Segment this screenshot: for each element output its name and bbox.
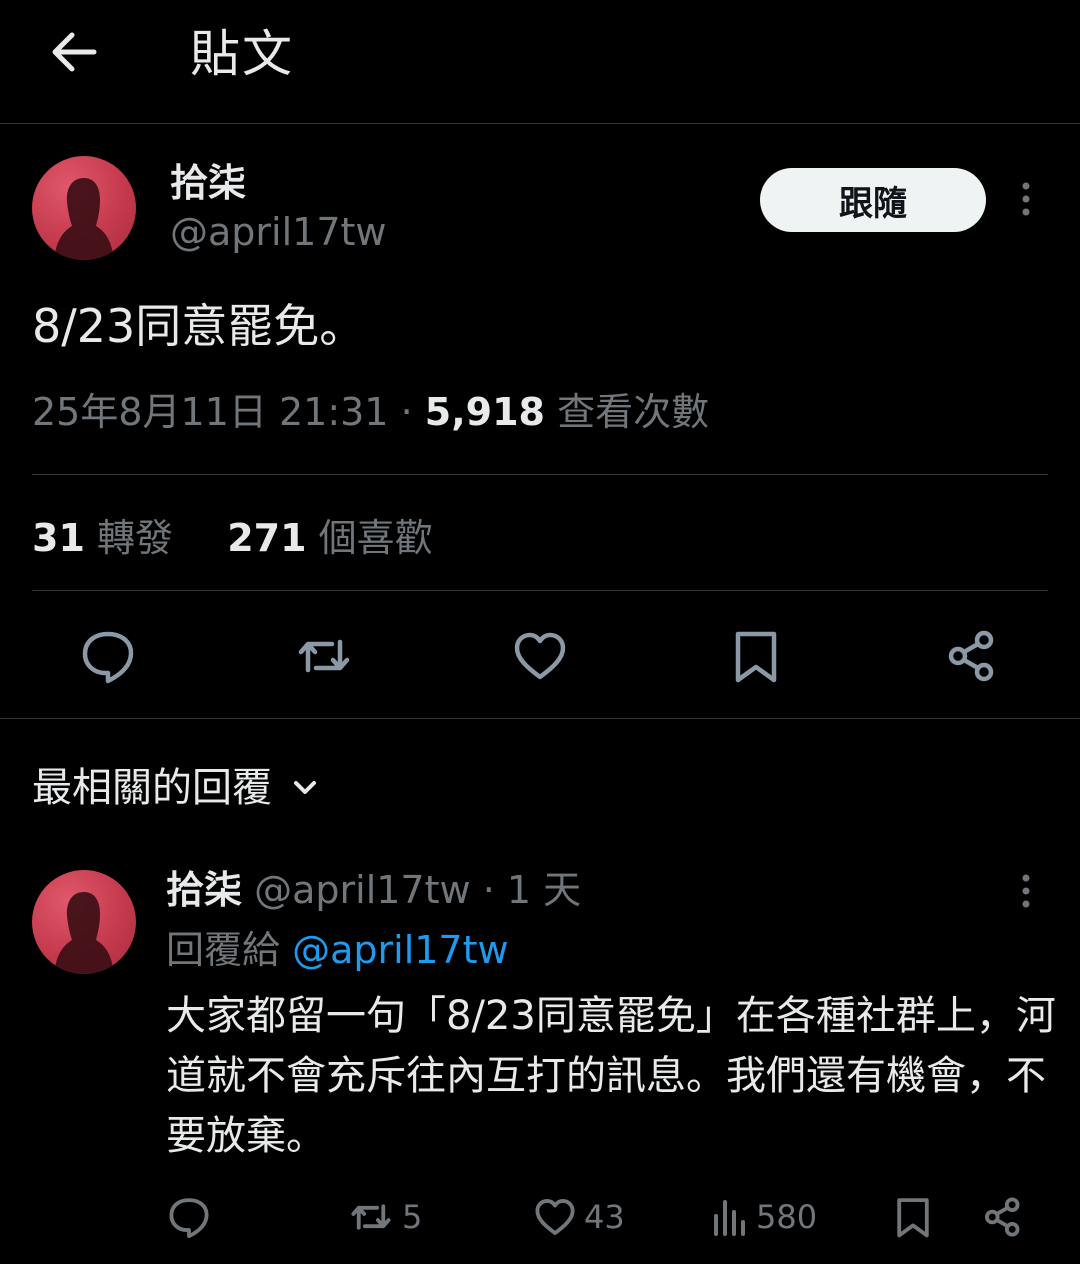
likes-label: 個喜歡 — [318, 516, 433, 560]
views-chart-icon — [714, 1200, 745, 1236]
likes-count: 271 — [227, 516, 307, 560]
reply-like-button[interactable]: 43 — [532, 1194, 625, 1240]
views-count: 5,918 — [424, 390, 545, 434]
bookmark-icon — [735, 631, 777, 683]
follow-button[interactable]: 跟隨 — [760, 168, 986, 232]
reply-more-options-button[interactable] — [1006, 872, 1046, 912]
avatar[interactable] — [32, 156, 136, 260]
retweets-count: 31 — [32, 516, 85, 560]
reply-views-count: 580 — [756, 1198, 818, 1236]
section-title: 最相關的回覆 — [32, 765, 272, 811]
retweet-button[interactable] — [294, 626, 354, 686]
tweet-text: 8/23同意罷免。 — [32, 299, 366, 353]
share-icon — [948, 630, 994, 682]
engagement-stats: 31 轉發 271 個喜歡 — [32, 508, 433, 568]
reply-separator: · — [482, 868, 495, 912]
reply-time[interactable]: 1 天 — [507, 868, 581, 912]
replying-to-handle[interactable]: @april17tw — [292, 928, 508, 972]
divider — [32, 474, 1048, 475]
author-handle[interactable]: @april17tw — [170, 210, 386, 254]
more-options-button[interactable] — [1006, 180, 1046, 220]
like-button[interactable] — [510, 626, 570, 686]
reply-like-count: 43 — [584, 1198, 625, 1236]
views-label: 查看次數 — [557, 390, 710, 434]
likes-stat[interactable]: 271 個喜歡 — [227, 516, 432, 560]
arrow-left-icon — [52, 32, 97, 72]
top-app-bar: 貼文 — [0, 0, 1080, 124]
reply-icon — [82, 631, 134, 684]
retweet-icon — [298, 639, 350, 673]
tweet-meta: 25年8月11日 21:31 · 5,918 查看次數 — [32, 384, 709, 440]
replying-to-label: 回覆給 — [166, 928, 281, 972]
reply-author-name[interactable]: 拾柒 — [166, 868, 242, 912]
reply-share-button[interactable] — [980, 1194, 1026, 1240]
replying-to: 回覆給 @april17tw — [166, 922, 509, 978]
meta-separator: · — [400, 390, 413, 434]
chevron-down-icon — [294, 781, 316, 794]
avatar-silhouette-icon — [54, 892, 114, 974]
bookmark-icon — [897, 1198, 929, 1238]
back-button[interactable] — [44, 22, 104, 82]
timestamp[interactable]: 25年8月11日 21:31 — [32, 390, 388, 434]
divider — [0, 718, 1080, 719]
like-icon — [514, 632, 566, 680]
share-icon — [984, 1197, 1020, 1237]
reply-author-handle[interactable]: @april17tw — [254, 868, 470, 912]
retweets-stat[interactable]: 31 轉發 — [32, 516, 185, 560]
reply-icon — [169, 1198, 209, 1239]
more-vertical-icon — [1022, 182, 1030, 216]
retweets-label: 轉發 — [96, 516, 173, 560]
more-vertical-icon — [1022, 874, 1030, 908]
reply-retweet-button[interactable]: 5 — [346, 1194, 422, 1240]
reply-retweet-count: 5 — [402, 1198, 423, 1236]
bookmark-button[interactable] — [726, 626, 786, 686]
like-icon — [535, 1198, 575, 1236]
reply-bookmark-button[interactable] — [890, 1194, 936, 1240]
reply-views-button[interactable]: 580 — [710, 1194, 817, 1240]
reply-reply-button[interactable] — [166, 1194, 212, 1240]
retweet-icon — [351, 1204, 391, 1230]
reply-avatar[interactable] — [32, 870, 136, 974]
share-button[interactable] — [942, 626, 1002, 686]
page-title: 貼文 — [190, 25, 294, 83]
reply-header: 拾柒 @april17tw · 1 天 — [166, 862, 581, 918]
reply-button[interactable] — [78, 626, 138, 686]
divider — [32, 590, 1048, 591]
avatar-silhouette-icon — [54, 178, 114, 260]
author-name[interactable]: 拾柒 — [170, 152, 246, 207]
reply-sort-selector[interactable]: 最相關的回覆 — [32, 758, 320, 818]
reply-text: 大家都留一句「8/23同意罷免」在各種社群上，河道就不會充斥往內互打的訊息。我們… — [166, 993, 1056, 1159]
